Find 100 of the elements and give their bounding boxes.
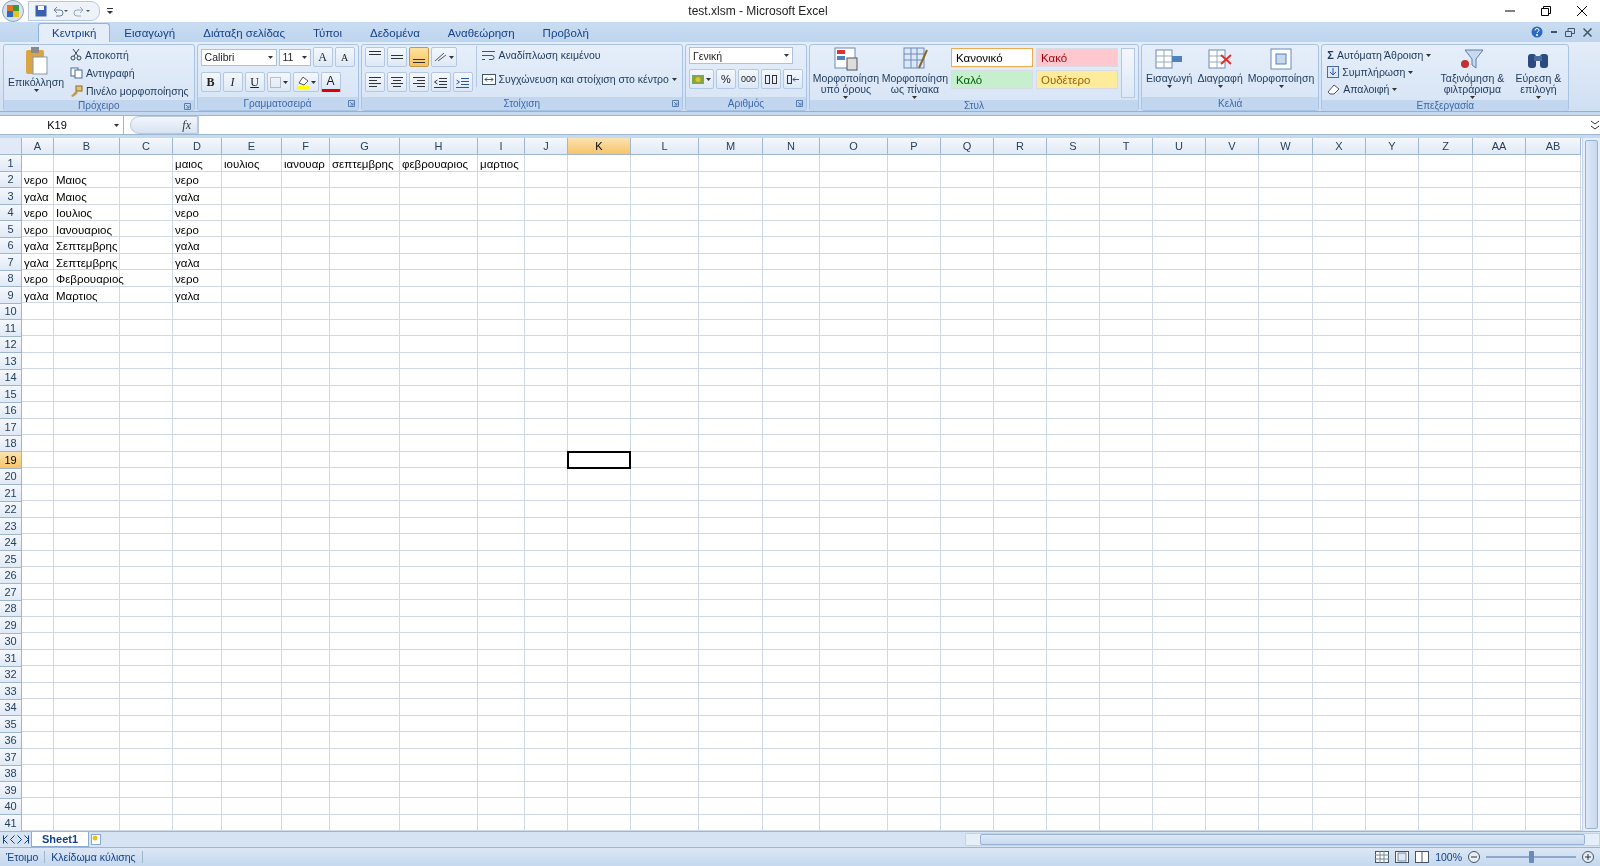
- column-header[interactable]: Q: [941, 138, 994, 155]
- close-icon[interactable]: [1583, 27, 1592, 37]
- cells-action-button[interactable]: Εισαγωγή: [1144, 46, 1194, 88]
- row-header[interactable]: 5: [0, 221, 22, 238]
- dialog-launcher-icon[interactable]: [347, 100, 355, 107]
- ribbon-tab[interactable]: Εισαγωγή: [110, 23, 190, 42]
- decrease-indent-button[interactable]: [430, 72, 451, 92]
- row-header[interactable]: 25: [0, 551, 22, 568]
- ribbon-tab[interactable]: Κεντρική: [38, 23, 111, 42]
- restore-icon[interactable]: [1565, 27, 1575, 37]
- ribbon-tab[interactable]: Προβολή: [528, 23, 603, 42]
- vertical-align-button[interactable]: [408, 47, 429, 67]
- editing-action[interactable]: Απαλοιφή: [1325, 81, 1434, 97]
- zoom-thumb[interactable]: [1529, 851, 1534, 863]
- column-header[interactable]: V: [1206, 138, 1259, 155]
- clipboard-action[interactable]: Αντιγραφή: [68, 65, 191, 81]
- column-header[interactable]: C: [120, 138, 173, 155]
- column-header[interactable]: J: [525, 138, 568, 155]
- increase-decimal-button[interactable]: [760, 69, 781, 89]
- column-header[interactable]: H: [400, 138, 478, 155]
- grow-font-button[interactable]: A: [312, 47, 333, 67]
- zoom-level[interactable]: 100%: [1435, 851, 1462, 863]
- text-align-button[interactable]: [408, 72, 429, 92]
- cell-style-button[interactable]: Κακό: [1035, 48, 1118, 67]
- fill-color-button[interactable]: [292, 72, 319, 92]
- row-header[interactable]: 33: [0, 683, 22, 700]
- expand-icon[interactable]: [1590, 120, 1600, 130]
- number-format-field[interactable]: Γενική: [688, 47, 793, 64]
- normal-view-icon[interactable]: [1375, 851, 1390, 863]
- row-header[interactable]: 13: [0, 353, 22, 370]
- zoom-out-icon[interactable]: [1468, 851, 1480, 863]
- column-header[interactable]: K: [568, 138, 631, 155]
- column-header[interactable]: S: [1047, 138, 1100, 155]
- increase-indent-button[interactable]: [452, 72, 473, 92]
- undo-icon[interactable]: [51, 5, 69, 17]
- row-header[interactable]: 17: [0, 419, 22, 436]
- column-header[interactable]: T: [1100, 138, 1153, 155]
- save-icon[interactable]: [35, 5, 47, 17]
- column-header[interactable]: E: [222, 138, 282, 155]
- wrap-text-button[interactable]: Αναδίπλωση κειμένου: [479, 47, 679, 63]
- row-header[interactable]: 37: [0, 749, 22, 766]
- column-header[interactable]: N: [763, 138, 820, 155]
- column-header[interactable]: D: [173, 138, 222, 155]
- column-header[interactable]: P: [888, 138, 941, 155]
- font-style-button[interactable]: U: [244, 72, 265, 92]
- ribbon-tab[interactable]: Τύποι: [299, 23, 357, 42]
- text-align-button[interactable]: [386, 72, 407, 92]
- column-header[interactable]: B: [54, 138, 120, 155]
- column-header[interactable]: A: [22, 138, 54, 155]
- page-break-icon[interactable]: [1415, 851, 1430, 863]
- conditional-formatting-button[interactable]: Μορφοποίηση υπό όρους: [812, 46, 879, 99]
- shrink-font-button[interactable]: A: [334, 47, 355, 67]
- sheet-nav-icon[interactable]: [24, 835, 29, 844]
- column-header[interactable]: O: [820, 138, 888, 155]
- font-name-field[interactable]: Calibri: [200, 48, 277, 66]
- ribbon-tab[interactable]: Διάταξη σελίδας: [189, 23, 299, 42]
- vertical-scrollbar[interactable]: [1582, 138, 1600, 831]
- column-header[interactable]: Z: [1419, 138, 1473, 155]
- help-icon[interactable]: [1531, 26, 1543, 38]
- column-header[interactable]: L: [631, 138, 699, 155]
- row-header[interactable]: 15: [0, 386, 22, 403]
- row-header[interactable]: 41: [0, 815, 22, 831]
- column-header[interactable]: F: [282, 138, 330, 155]
- name-box[interactable]: K19: [0, 116, 124, 134]
- vertical-align-button[interactable]: [386, 47, 407, 67]
- function-button[interactable]: fx: [130, 116, 198, 134]
- comma-style-button[interactable]: 000: [737, 69, 759, 89]
- column-header[interactable]: I: [478, 138, 525, 155]
- decrease-decimal-button[interactable]: [782, 69, 803, 89]
- zoom-in-icon[interactable]: [1582, 851, 1594, 863]
- cell-style-button[interactable]: Κανονικό: [950, 48, 1033, 67]
- column-header[interactable]: AB: [1526, 138, 1581, 155]
- selected-cell[interactable]: [567, 451, 631, 469]
- cells-action-button[interactable]: Διαγραφή: [1196, 46, 1244, 88]
- sort-filter-button[interactable]: Ταξινόμηση & φιλτράρισμα: [1436, 46, 1509, 99]
- row-header[interactable]: 29: [0, 617, 22, 634]
- cell-style-button[interactable]: Καλό: [950, 70, 1033, 89]
- row-header[interactable]: 11: [0, 320, 22, 337]
- sheet-nav-icon[interactable]: [3, 835, 8, 844]
- paste-button[interactable]: Επικόλληση: [7, 46, 65, 92]
- row-header[interactable]: 23: [0, 518, 22, 535]
- font-size-field[interactable]: 11: [278, 48, 311, 66]
- row-header[interactable]: 21: [0, 485, 22, 502]
- cell-style-button[interactable]: Ουδέτερο: [1035, 70, 1118, 89]
- percent-button[interactable]: %: [715, 69, 736, 89]
- ribbon-tab[interactable]: Αναθεώρηση: [433, 23, 529, 42]
- column-header[interactable]: G: [330, 138, 400, 155]
- font-style-button[interactable]: B: [200, 72, 221, 92]
- editing-action[interactable]: Σ Αυτόματη Άθροιση: [1325, 47, 1434, 63]
- clipboard-action[interactable]: Αποκοπή: [68, 47, 191, 63]
- row-header[interactable]: 35: [0, 716, 22, 733]
- clipboard-action[interactable]: Πινέλο μορφοποίησης: [68, 83, 191, 99]
- sheet-tab[interactable]: Sheet1: [31, 832, 90, 847]
- column-header[interactable]: X: [1313, 138, 1366, 155]
- column-header[interactable]: AA: [1473, 138, 1526, 155]
- row-header[interactable]: 7: [0, 254, 22, 271]
- column-header[interactable]: U: [1153, 138, 1206, 155]
- font-style-button[interactable]: I: [222, 72, 243, 92]
- row-header[interactable]: 1: [0, 155, 22, 172]
- row-header[interactable]: 27: [0, 584, 22, 601]
